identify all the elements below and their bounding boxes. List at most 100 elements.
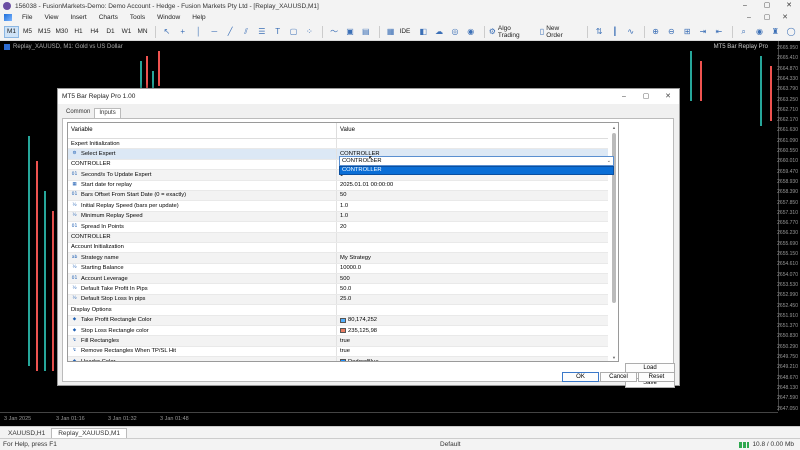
param-row[interactable]: ½ Initial Replay Speed (bars per update) 1… (68, 201, 608, 212)
tab-inputs[interactable]: Inputs (94, 108, 121, 118)
expert-list-icon[interactable]: ▦ (384, 26, 398, 38)
param-row[interactable]: ▦ Start date for replay 2025.01.01 00:00:0… (68, 180, 608, 191)
account-icon[interactable]: ◉ (753, 26, 767, 38)
zoom-out-icon[interactable]: ⊖ (664, 26, 678, 38)
new-order-button[interactable]: ▯ New Order (540, 25, 577, 39)
reset-button[interactable]: Reset (638, 372, 675, 382)
color-swatch[interactable] (340, 317, 346, 323)
menu-view[interactable]: View (38, 14, 64, 21)
param-value[interactable]: 50.0 (340, 286, 351, 292)
column-variable[interactable]: Variable (71, 127, 93, 133)
param-value[interactable]: true (340, 338, 350, 344)
menu-charts[interactable]: Charts (93, 14, 124, 21)
dialog-minimize-icon[interactable]: – (613, 89, 635, 104)
param-value[interactable]: 2025.01.01 00:00:00 (340, 182, 393, 188)
param-value[interactable]: 80,174,252 (340, 317, 377, 323)
cursor-tool-icon[interactable]: ↖ (160, 26, 174, 38)
connection-status[interactable]: 10.8 / 0.00 Mb (739, 441, 794, 448)
param-value[interactable]: 1.0 (340, 213, 348, 219)
chart-shift-icon[interactable]: ⇤ (712, 26, 726, 38)
autoscroll-icon[interactable]: ⇥ (696, 26, 710, 38)
maximize-icon[interactable]: ▢ (756, 0, 778, 12)
timeframe-m1[interactable]: M1 (4, 25, 19, 38)
more-shapes-icon[interactable]: ⁘ (302, 26, 316, 38)
price-axis[interactable]: 2665.950 2665.410 2664.870 2664.330 2663.790… (777, 41, 800, 412)
param-row[interactable]: ½ Starting Balance 10000.0 (68, 263, 608, 275)
param-value[interactable]: 1.0 (340, 203, 348, 209)
color-scheme-icon[interactable]: ▣ (343, 26, 357, 38)
depth-of-market-icon[interactable]: ⇅ (592, 26, 606, 38)
profile-name[interactable]: Default (440, 441, 461, 448)
color-swatch[interactable] (340, 359, 346, 361)
param-row[interactable]: ◆ Header Color DodgerBlue (68, 357, 608, 361)
timeframe-w1[interactable]: W1 (119, 26, 134, 38)
ide-button[interactable]: IDE (400, 28, 411, 35)
tab-replay-xauusd-m1[interactable]: Replay_XAUUSD,M1 (51, 428, 127, 438)
timeframe-d1[interactable]: D1 (103, 26, 118, 38)
select-expert-dropdown[interactable]: CONTROLLER ⌄ (339, 156, 614, 166)
search-icon[interactable]: ⌕ (737, 26, 751, 38)
vps-icon[interactable]: ◉ (464, 26, 478, 38)
expert-advisor-label[interactable]: MT5 Bar Replay Pro (714, 44, 768, 50)
param-value[interactable]: 500 (340, 276, 350, 282)
channel-icon[interactable]: ⫽ (239, 26, 253, 38)
crosshair-icon[interactable]: + (176, 26, 190, 38)
timeframe-mn[interactable]: MN (135, 26, 150, 38)
profile-icon[interactable]: ◯ (784, 26, 798, 38)
param-value[interactable]: true (340, 348, 350, 354)
timeframe-m30[interactable]: M30 (54, 26, 71, 38)
param-value[interactable]: 10000.0 (340, 265, 361, 271)
param-row[interactable]: ◆ Take Profit Rectangle Color 80,174,252 (68, 315, 608, 327)
child-restore-icon[interactable]: ▢ (758, 12, 776, 23)
menu-insert[interactable]: Insert (64, 14, 92, 21)
tab-xauusd-h1[interactable]: XAUUSD,H1 (2, 429, 51, 438)
param-row[interactable]: 01 Bars Offset From Start Date (0 = exact… (68, 190, 608, 202)
param-row[interactable]: 01 Spread In Points 20 (68, 222, 608, 233)
dialog-maximize-icon[interactable]: ▢ (635, 89, 657, 104)
child-minimize-icon[interactable]: – (740, 12, 758, 23)
zoom-in-icon[interactable]: ⊕ (649, 26, 663, 38)
tab-common[interactable]: Common (62, 108, 94, 118)
tile-windows-icon[interactable]: ⊞ (680, 26, 694, 38)
template-icon[interactable]: ▤ (359, 26, 373, 38)
param-value[interactable]: 25.0 (340, 296, 351, 302)
param-row[interactable]: ↯ Remove Rectangles When TP/SL Hit true (68, 346, 608, 358)
minimize-icon[interactable]: – (734, 0, 756, 12)
menu-help[interactable]: Help (186, 14, 211, 21)
cancel-button[interactable]: Cancel (600, 372, 637, 382)
param-row[interactable]: ↯ Fill Rectangles true (68, 336, 608, 347)
menu-window[interactable]: Window (151, 14, 186, 21)
timeframe-h1[interactable]: H1 (71, 26, 86, 38)
child-close-icon[interactable]: ✕ (776, 12, 794, 23)
param-row[interactable]: ab Strategy name My Strategy (68, 253, 608, 264)
param-value[interactable]: 20 (340, 224, 346, 230)
param-row[interactable]: ½ Default Stop Loss In pips 25.0 (68, 294, 608, 306)
param-value[interactable]: 235,125,98 (340, 328, 377, 334)
param-row[interactable]: ◆ Stop Loss Rectangle color 235,125,98 (68, 326, 608, 337)
timeframe-m15[interactable]: M15 (36, 26, 53, 38)
shapes-icon[interactable]: ▢ (287, 26, 301, 38)
fibonacci-icon[interactable]: ☰ (255, 26, 269, 38)
menu-tools[interactable]: Tools (124, 14, 151, 21)
scroll-up-icon[interactable]: ▲ (611, 125, 617, 131)
menu-file[interactable]: File (16, 14, 38, 21)
vertical-line-icon[interactable]: │ (192, 26, 206, 38)
bar-chart-icon[interactable]: ┃ (608, 26, 622, 38)
param-value[interactable]: DodgerBlue (340, 359, 379, 361)
text-tool-icon[interactable]: T (271, 26, 285, 38)
dropdown-option-controller[interactable]: CONTROLLER (339, 166, 614, 175)
column-value[interactable]: Value (340, 127, 355, 133)
param-row[interactable]: 01 Account Leverage 500 (68, 274, 608, 285)
scroll-down-icon[interactable]: ▼ (611, 355, 617, 361)
chart-type-icon[interactable]: 〜 (327, 26, 341, 38)
param-row[interactable]: ½ Default Take Profit In Pips 50.0 (68, 284, 608, 295)
param-value[interactable]: My Strategy (340, 255, 371, 261)
cloud-icon[interactable]: ☁ (432, 26, 446, 38)
param-row[interactable]: ½ Minimum Replay Speed 1.0 (68, 211, 608, 223)
ok-button[interactable]: OK (562, 372, 599, 382)
mql-icon[interactable]: ◧ (416, 26, 430, 38)
trendline-icon[interactable]: ╱ (223, 26, 237, 38)
dialog-close-icon[interactable]: ✕ (657, 89, 679, 104)
color-swatch[interactable] (340, 328, 346, 334)
param-value[interactable]: 50 (340, 192, 346, 198)
